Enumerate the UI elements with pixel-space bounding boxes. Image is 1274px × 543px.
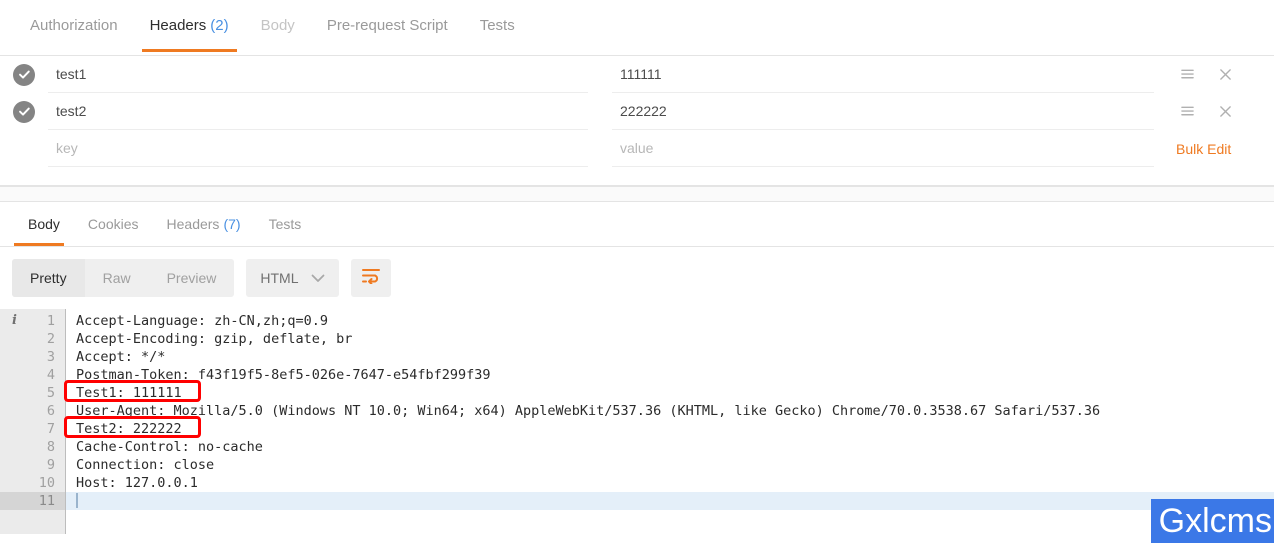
view-mode-group: Pretty Raw Preview [12,259,235,297]
code-line: Cache-Control: no-cache [76,439,263,455]
check-icon[interactable] [13,63,35,86]
line-number: 8 [0,438,65,456]
headers-key-value-table: test1 111111 test2 222222 key value Bulk… [0,56,1274,186]
code-line: User-Agent: Mozilla/5.0 (Windows NT 10.0… [76,403,1101,419]
line-number: 6 [0,402,65,420]
description-icon[interactable] [1176,101,1198,123]
line-number: 4 [0,366,65,384]
request-tab-bar: Authorization Headers (2) Body Pre-reques… [0,0,1274,56]
tab-response-headers[interactable]: Headers (7) [153,202,255,246]
tab-response-body-label: Body [28,216,60,232]
tab-pre-request-script[interactable]: Pre-request Script [311,0,464,52]
chevron-down-icon [311,270,325,286]
response-tab-bar: Body Cookies Headers (7) Tests [0,202,1274,247]
response-code-viewer[interactable]: i1 2 3 4 5 6 7 8 9 10 11 Accept-Language… [0,309,1274,534]
line-number: i1 [0,312,65,330]
code-line-active [66,492,1274,510]
tab-pre-request-script-label: Pre-request Script [326,17,448,34]
header-key-input-2[interactable]: test2 [48,93,588,130]
text-cursor [76,493,78,508]
line-number-text: 7 [46,421,55,437]
view-mode-pretty[interactable]: Pretty [12,259,85,297]
tab-headers[interactable]: Headers (2) [134,0,245,52]
info-icon[interactable]: i [12,312,17,330]
word-wrap-button[interactable] [350,259,391,297]
view-mode-preview[interactable]: Preview [149,259,235,297]
line-number: 5 [0,384,65,402]
code-line: Accept: */* [76,349,166,365]
line-number-text: 9 [46,457,55,473]
code-text-area[interactable]: Accept-Language: zh-CN,zh;q=0.9 Accept-E… [66,309,1274,534]
line-number-text: 4 [46,367,55,383]
code-line: Host: 127.0.0.1 [76,475,198,491]
new-header-key-input[interactable]: key [48,130,588,167]
line-number: 9 [0,456,65,474]
code-line: Accept-Language: zh-CN,zh;q=0.9 [76,313,328,329]
watermark: Gxlcms [1150,499,1274,543]
row-actions-1 [1154,56,1274,93]
tab-response-body[interactable]: Body [14,202,74,246]
description-icon[interactable] [1176,64,1198,86]
tab-response-headers-count: (7) [223,216,241,232]
tab-tests-label: Tests [479,17,515,34]
header-value-input-2[interactable]: 222222 [612,93,1154,130]
line-number-text: 1 [46,313,55,329]
response-body-toolbar: Pretty Raw Preview HTML [0,247,1274,309]
column-gap [588,93,612,130]
row-enable-checkbox-2[interactable] [0,100,48,123]
header-key-input-1[interactable]: test1 [48,56,588,93]
column-gap [588,56,612,93]
column-gap [588,130,612,167]
bulk-edit-button[interactable]: Bulk Edit [1154,130,1274,167]
tab-response-tests-label: Tests [268,216,302,232]
header-value-input-1[interactable]: 111111 [612,56,1154,93]
code-line-test2: Test2: 222222 [76,421,182,437]
line-number-text: 8 [46,439,55,455]
code-line: Connection: close [76,457,215,473]
code-line: Accept-Encoding: gzip, deflate, br [76,331,353,347]
tab-body-label: Body [260,17,295,34]
tab-response-cookies-label: Cookies [87,216,139,232]
tab-response-cookies[interactable]: Cookies [74,202,153,246]
tab-authorization[interactable]: Authorization [14,0,134,52]
table-row: test1 111111 [0,56,1274,93]
line-number: 3 [0,348,65,366]
line-number-text: 2 [46,331,55,347]
tab-response-headers-label: Headers [166,216,220,232]
line-number-text: 5 [46,385,55,401]
code-line-test1: Test1: 111111 [76,385,182,401]
tab-headers-count: (2) [210,17,229,34]
line-number-active: 11 [0,492,65,510]
code-line: Postman-Token: f43f19f5-8ef5-026e-7647-e… [76,367,491,383]
tab-body[interactable]: Body [245,0,311,52]
line-number: 7 [0,420,65,438]
new-header-value-input[interactable]: value [612,130,1154,167]
check-icon[interactable] [13,100,35,123]
tab-authorization-label: Authorization [30,17,118,34]
line-number-text: 6 [46,403,55,419]
line-number-text: 10 [38,475,55,491]
line-number-gutter: i1 2 3 4 5 6 7 8 9 10 11 [0,309,66,534]
table-row: test2 222222 [0,93,1274,130]
tab-response-tests[interactable]: Tests [255,202,316,246]
format-select[interactable]: HTML [246,259,339,297]
tab-tests[interactable]: Tests [464,0,531,52]
panel-divider [0,186,1274,202]
line-number: 10 [0,474,65,492]
line-number-text: 11 [38,493,55,509]
format-select-value: HTML [260,270,299,286]
close-icon[interactable] [1214,64,1236,86]
table-row-new: key value Bulk Edit [0,130,1274,167]
line-number-text: 3 [46,349,55,365]
close-icon[interactable] [1214,101,1236,123]
tab-headers-label: Headers [149,17,207,34]
word-wrap-icon [361,267,381,289]
row-actions-2 [1154,93,1274,130]
line-number: 2 [0,330,65,348]
row-enable-checkbox-1[interactable] [0,63,48,86]
view-mode-raw[interactable]: Raw [85,259,149,297]
